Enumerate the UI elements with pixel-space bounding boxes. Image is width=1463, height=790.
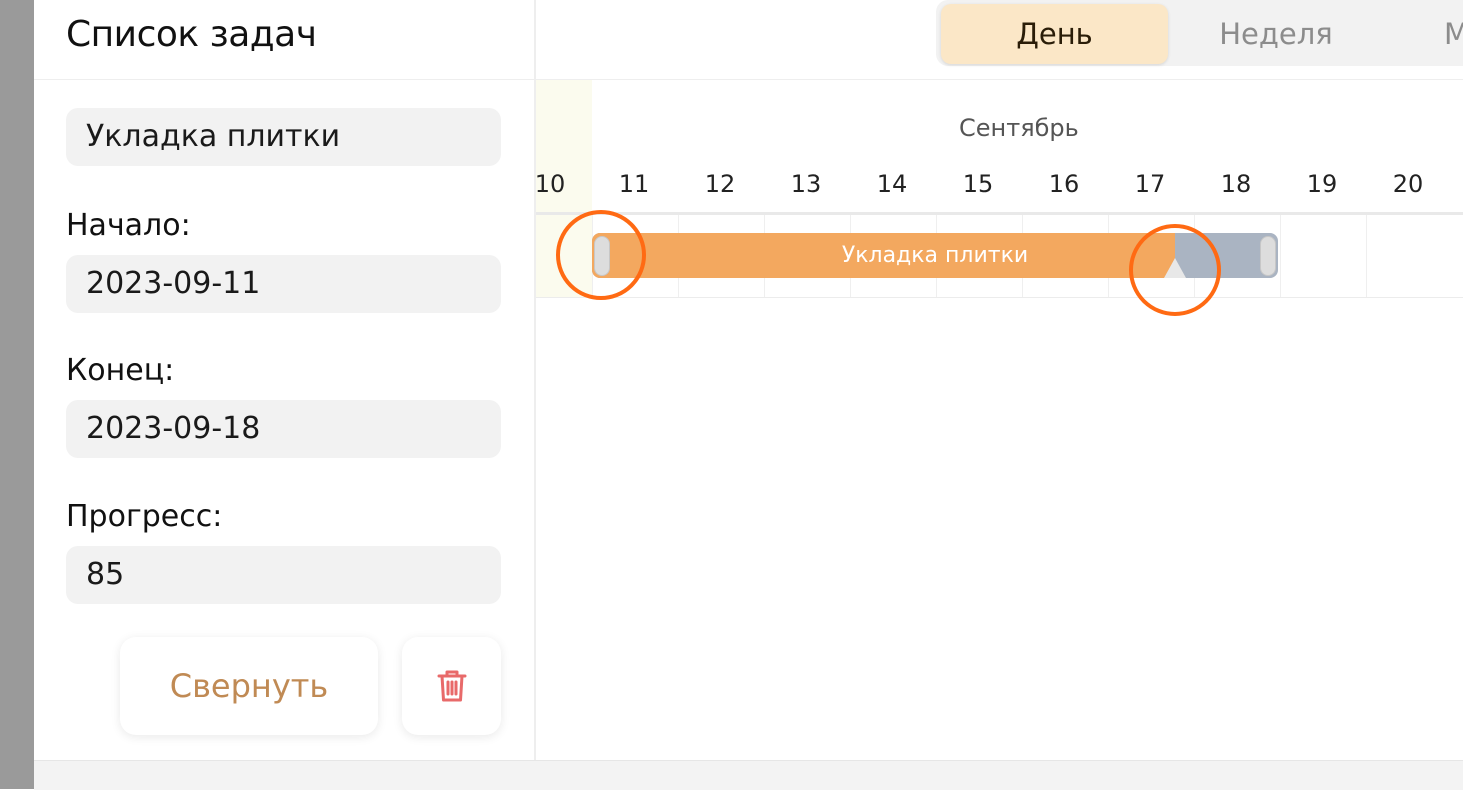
task-start-handle[interactable] — [594, 236, 610, 276]
timeline-header-line — [536, 212, 1463, 215]
month-label: Сентябрь — [959, 114, 1079, 142]
view-day-button[interactable]: День — [941, 4, 1168, 64]
day-label-18: 18 — [1220, 170, 1252, 198]
day-label-16: 16 — [1048, 170, 1080, 198]
day-label-14: 14 — [876, 170, 908, 198]
bottom-bar — [34, 760, 1463, 790]
progress-field[interactable]: 85 — [66, 546, 501, 604]
gantt-chart: День Неделя М Сентябрь 10 11 12 13 14 15 16 17 1… — [534, 0, 1463, 760]
day-label-10: 10 — [534, 170, 566, 198]
task-row-line — [536, 297, 1463, 298]
delete-button[interactable] — [402, 637, 501, 735]
grid-line — [1280, 215, 1281, 298]
sidebar-divider — [34, 79, 534, 80]
trash-icon — [437, 670, 466, 702]
day-label-20: 20 — [1392, 170, 1424, 198]
sidebar-title: Список задач — [66, 14, 317, 55]
end-date-field[interactable]: 2023-09-18 — [66, 400, 501, 458]
view-month-button[interactable]: М — [1444, 4, 1463, 64]
toolbar-divider — [536, 79, 1463, 80]
end-label: Конец: — [66, 353, 175, 388]
day-label-13: 13 — [790, 170, 822, 198]
collapse-button-label: Свернуть — [169, 667, 329, 705]
window-edge — [0, 0, 34, 789]
day-label-12: 12 — [704, 170, 736, 198]
progress-label: Прогресс: — [66, 499, 223, 534]
day-label-11: 11 — [618, 170, 650, 198]
view-mode-switch: День Неделя М — [936, 0, 1463, 66]
collapse-button[interactable]: Свернуть — [120, 637, 378, 735]
progress-handle[interactable] — [1164, 258, 1187, 278]
task-name-field[interactable]: Укладка плитки — [66, 108, 501, 166]
view-week-button[interactable]: Неделя — [1186, 4, 1366, 64]
task-end-handle[interactable] — [1260, 236, 1276, 276]
start-date-field[interactable]: 2023-09-11 — [66, 255, 501, 313]
day-label-17: 17 — [1134, 170, 1166, 198]
day-label-15: 15 — [962, 170, 994, 198]
start-label: Начало: — [66, 208, 191, 243]
grid-line — [1366, 215, 1367, 298]
day-label-19: 19 — [1306, 170, 1338, 198]
task-sidebar: Список задач Укладка плитки Начало: 2023… — [34, 0, 536, 760]
